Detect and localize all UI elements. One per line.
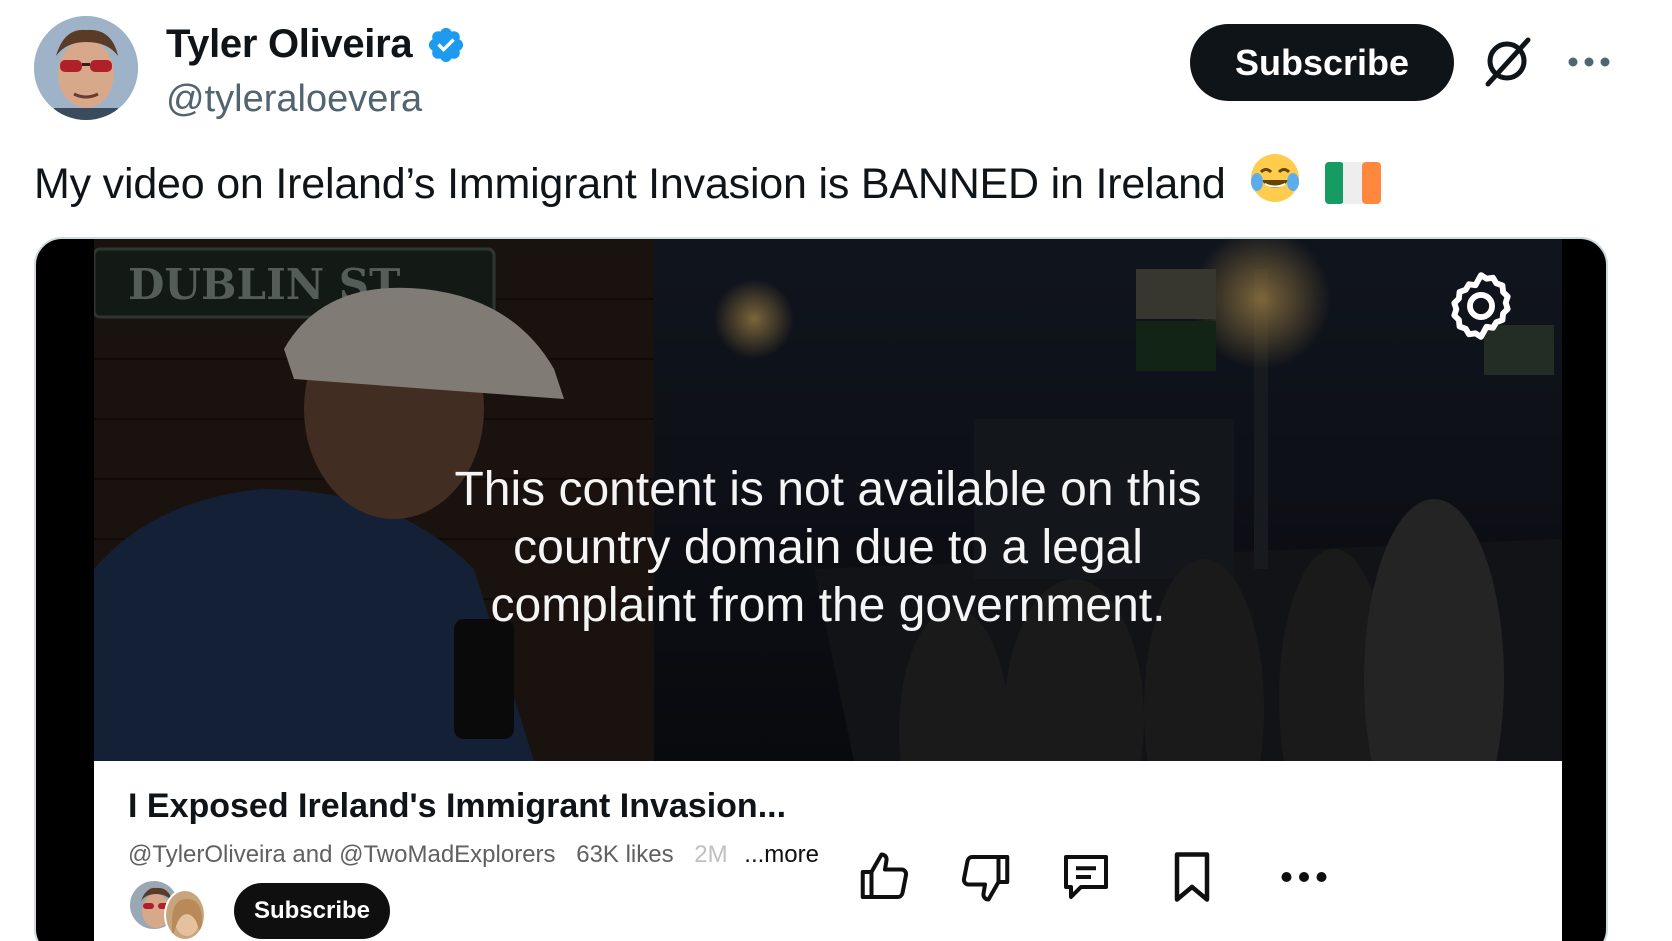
like-icon[interactable] (854, 847, 914, 907)
video-views: 2M (694, 841, 728, 868)
youtube-subscribe-button[interactable]: Subscribe (234, 883, 390, 939)
channel-avatars[interactable] (128, 879, 208, 941)
grok-icon[interactable] (1480, 34, 1534, 88)
media-card[interactable]: DUBLIN ST This content is not available … (34, 237, 1608, 941)
author-name-row: Tyler Oliveira (166, 22, 466, 67)
video-channels[interactable]: @TylerOliveira and @TwoMadExplorers (128, 841, 556, 868)
more-dots-icon[interactable] (1274, 847, 1334, 907)
face-with-tears-of-joy-emoji (1249, 152, 1301, 215)
tweet-text: My video on Ireland’s Immigrant Invasion… (34, 152, 1382, 215)
author-avatar[interactable] (34, 16, 138, 120)
avatar-photo (34, 16, 138, 120)
video-likes: 63K likes (576, 841, 674, 868)
author-display-name[interactable]: Tyler Oliveira (166, 22, 413, 67)
dislike-icon[interactable] (956, 847, 1016, 907)
youtube-info-panel: I Exposed Ireland's Immigrant Invasion..… (94, 761, 1562, 941)
video-thumbnail[interactable]: DUBLIN ST This content is not available … (94, 239, 1562, 761)
channel-avatar-twomad (164, 889, 206, 941)
ireland-flag-emoji (1325, 162, 1382, 215)
gear-icon[interactable] (1442, 267, 1520, 345)
unavailable-notice: This content is not available on this co… (454, 463, 1202, 632)
tweet-body: My video on Ireland’s Immigrant Invasion… (34, 160, 1226, 208)
video-title[interactable]: I Exposed Ireland's Immigrant Invasion..… (128, 787, 786, 826)
comment-icon[interactable] (1056, 847, 1116, 907)
video-meta: @TylerOliveira and @TwoMadExplorers 63K … (128, 841, 819, 869)
author-handle[interactable]: @tyleraloevera (166, 78, 422, 121)
more-dots-icon[interactable] (1565, 40, 1613, 84)
verified-badge-icon[interactable] (426, 25, 466, 65)
subscribe-button[interactable]: Subscribe (1190, 24, 1454, 101)
more-link[interactable]: ...more (744, 841, 819, 868)
save-icon[interactable] (1162, 847, 1222, 907)
